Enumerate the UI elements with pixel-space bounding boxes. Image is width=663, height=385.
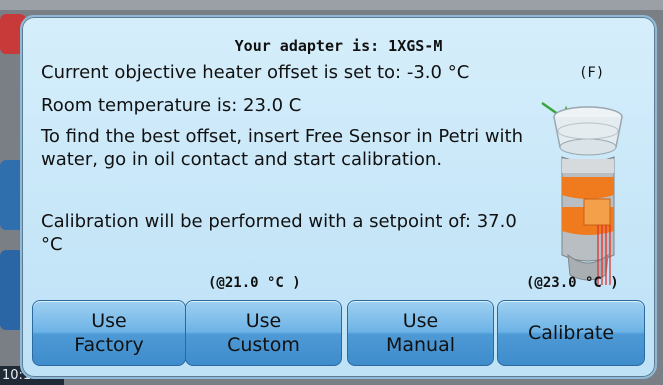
custom-offset-temperature-label: (@21.0 °C ) bbox=[208, 275, 301, 291]
room-temperature-text: Room temperature is: 23.0 C bbox=[41, 95, 302, 116]
use-manual-button-line2: Manual bbox=[385, 334, 456, 356]
dialog-title: Your adapter is: 1XGS-M bbox=[234, 37, 443, 55]
setpoint-text: Calibration will be performed with a set… bbox=[41, 211, 517, 255]
use-factory-button-line2: Factory bbox=[74, 334, 144, 356]
unit-toggle-hint[interactable]: (F) bbox=[579, 65, 604, 81]
sensor-adapter-icon bbox=[541, 101, 623, 285]
use-custom-button-line1: Use bbox=[245, 310, 282, 332]
use-custom-button[interactable]: Use Custom bbox=[185, 300, 342, 366]
use-manual-button[interactable]: Use Manual bbox=[347, 300, 494, 366]
calibrate-button[interactable]: Calibrate bbox=[497, 300, 645, 366]
heater-offset-text: Current objective heater offset is set t… bbox=[41, 62, 470, 83]
use-factory-button-line1: Use bbox=[91, 310, 127, 332]
calibrate-temperature-label: (@23.0 °C ) bbox=[526, 275, 619, 291]
use-custom-button-line2: Custom bbox=[227, 334, 300, 356]
use-factory-button[interactable]: Use Factory bbox=[32, 300, 186, 366]
use-manual-button-line1: Use bbox=[402, 310, 439, 332]
background-app-header bbox=[0, 0, 663, 10]
calibration-dialog: Your adapter is: 1XGS-M Current objectiv… bbox=[20, 15, 657, 379]
calibrate-button-label: Calibrate bbox=[527, 322, 615, 344]
instructions-text: To find the best offset, insert Free Sen… bbox=[41, 126, 524, 170]
